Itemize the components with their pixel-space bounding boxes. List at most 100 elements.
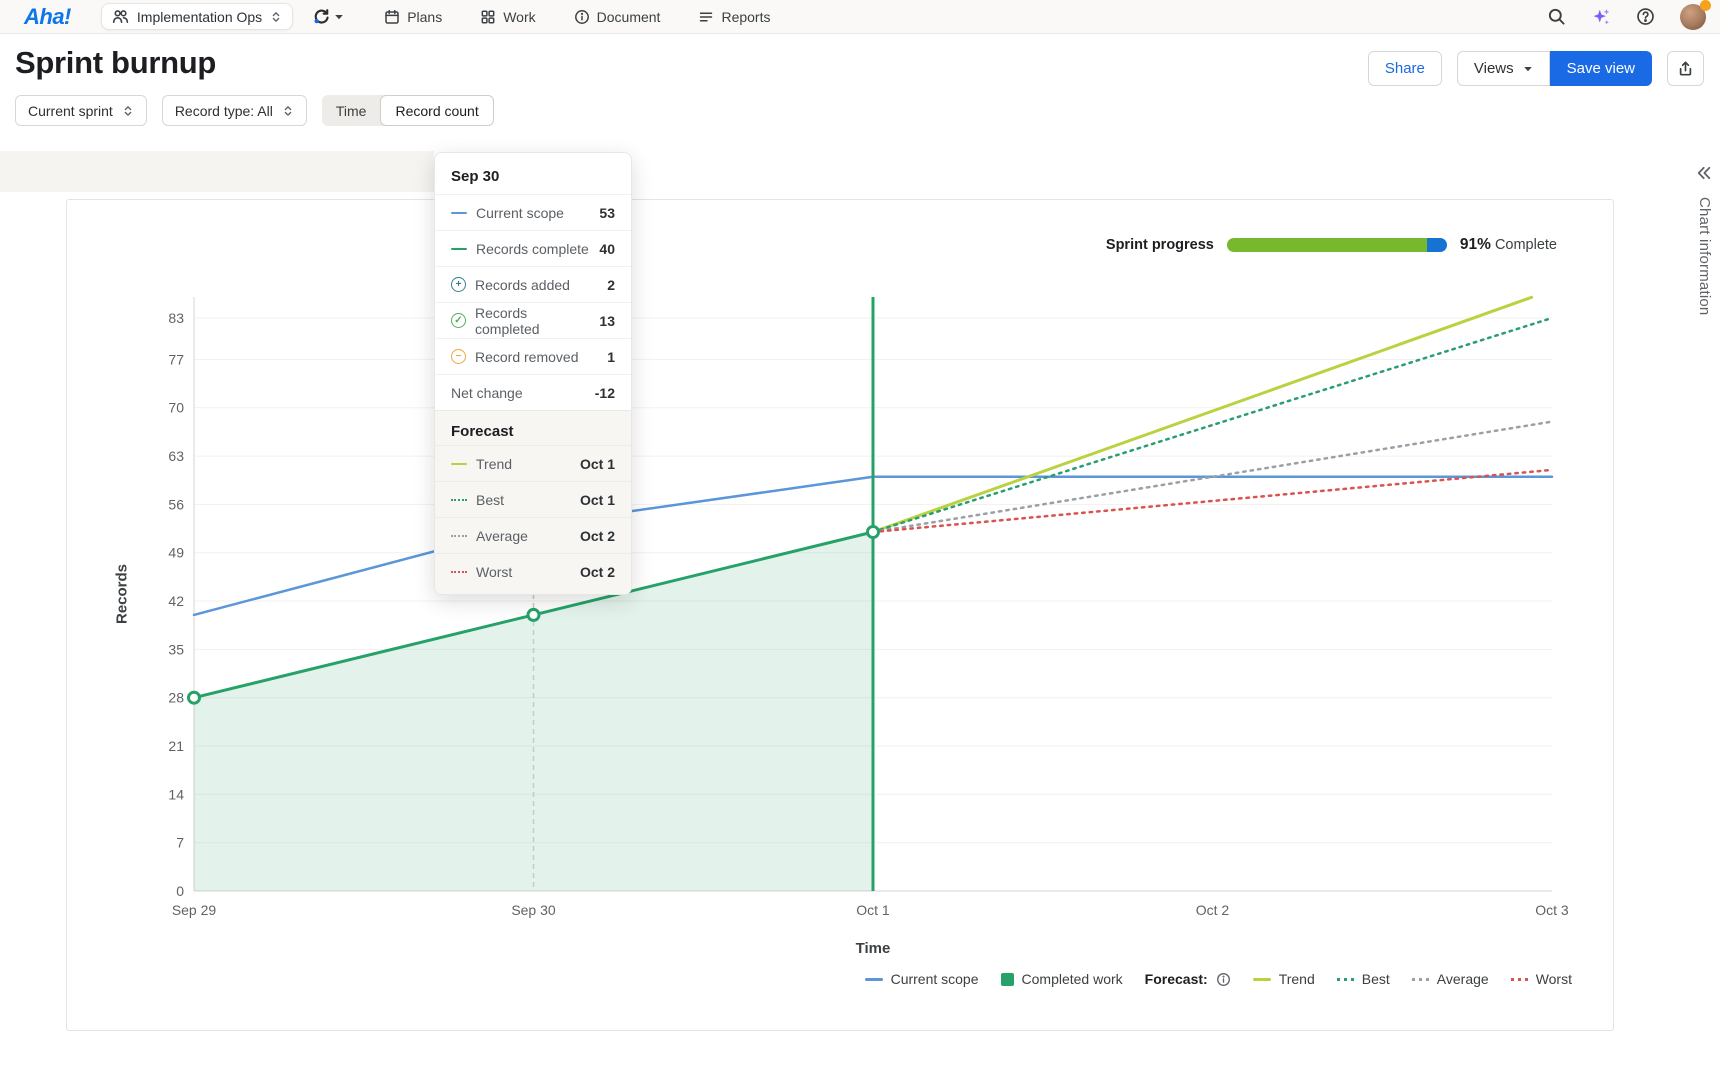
forecast-row-worst: WorstOct 2 [435, 553, 631, 589]
sprint-progress: Sprint progress 91% Complete [1106, 236, 1557, 254]
chart-plot-area[interactable] [194, 297, 1552, 891]
avatar[interactable] [1680, 4, 1706, 30]
forecast-row-average: AverageOct 2 [435, 517, 631, 553]
share-button[interactable]: Share [1368, 51, 1442, 86]
legend-item-trend[interactable]: Trend [1253, 971, 1315, 987]
legend-item-worst[interactable]: Worst [1511, 971, 1572, 987]
aha-logo[interactable]: Aha! [24, 4, 71, 30]
search-icon[interactable] [1547, 7, 1566, 26]
chart-information-tab[interactable]: Chart information [1696, 197, 1713, 315]
forecast-row-best: BestOct 1 [435, 481, 631, 517]
tooltip-forecast-section: Forecast TrendOct 1BestOct 1AverageOct 2… [435, 410, 631, 594]
tooltip-row-label: Records added [475, 277, 570, 293]
tooltip-row-value: 53 [599, 205, 615, 221]
legend-label: Average [1437, 971, 1489, 987]
save-view-button[interactable]: Save view [1550, 51, 1652, 86]
grid-icon [480, 9, 496, 25]
tooltip-row-label: Records completed [475, 305, 590, 337]
tooltip-row-records-complete: Records complete 40 [435, 230, 631, 266]
forecast-row-label: Trend [476, 456, 512, 472]
record-type-dropdown[interactable]: Record type: All [162, 95, 307, 126]
nav-item-work[interactable]: Work [480, 9, 535, 25]
sync-menu-button[interactable] [313, 8, 344, 25]
legend-label: Forecast: [1145, 971, 1208, 987]
export-button[interactable] [1667, 51, 1704, 86]
axis-mode-toggle: Time Record count [322, 95, 494, 126]
nav-item-label: Document [597, 9, 661, 25]
export-icon [1677, 60, 1694, 77]
expand-panel-button[interactable] [1694, 164, 1712, 185]
worst-swatch [1511, 978, 1528, 981]
legend-label: Trend [1279, 971, 1315, 987]
legend-label: Worst [1536, 971, 1572, 987]
progress-percent-value: 91% [1460, 236, 1491, 253]
tooltip-row-label: Records complete [476, 241, 589, 257]
updown-icon [122, 105, 134, 117]
legend-item-completed-work[interactable]: Completed work [1001, 971, 1123, 987]
progress-done-segment [1227, 238, 1427, 252]
forecast-row-value: Oct 1 [580, 456, 615, 472]
toggle-record-count[interactable]: Record count [380, 95, 493, 126]
worst-swatch [451, 571, 467, 573]
forecast-row-label: Best [476, 492, 504, 508]
x-axis-title: Time [856, 940, 891, 957]
tooltip-row-value: 40 [599, 241, 615, 257]
tooltip-date: Sep 30 [435, 153, 631, 194]
x-tick-oct-1: Oct 1 [856, 902, 890, 918]
nav-item-plans[interactable]: Plans [384, 9, 442, 25]
tooltip-row-net-change: Net change -12 [435, 374, 631, 410]
x-tick-sep-29: Sep 29 [172, 902, 217, 918]
tooltip-row-label: Current scope [476, 205, 564, 221]
records-completed-swatch: ✓ [451, 313, 466, 328]
info-icon [574, 9, 590, 25]
progress-remaining-segment [1427, 238, 1447, 252]
chart-legend: Current scope Completed work Forecast: Tren… [865, 971, 1572, 987]
workspace-switcher[interactable]: Implementation Ops [101, 3, 293, 30]
legend-label: Current scope [891, 971, 979, 987]
legend-label: Completed work [1022, 971, 1123, 987]
nav-item-label: Plans [407, 9, 442, 25]
legend-item-best[interactable]: Best [1337, 971, 1390, 987]
tooltip-row-current-scope: Current scope 53 [435, 194, 631, 230]
workspace-label: Implementation Ops [137, 9, 262, 25]
sparkles-icon[interactable] [1591, 7, 1611, 27]
filter-bar: Current sprint Record type: All Time Rec… [15, 95, 494, 126]
forecast-row-value: Oct 2 [580, 528, 615, 544]
tooltip-row-value: 1 [607, 349, 615, 365]
forecast-row-label: Worst [476, 564, 512, 580]
views-button[interactable]: Views [1457, 51, 1550, 86]
average-swatch [1412, 978, 1429, 981]
legend-item-current-scope[interactable]: Current scope [865, 971, 979, 987]
sync-icon [313, 8, 330, 25]
tooltip-forecast-rows: TrendOct 1BestOct 1AverageOct 2WorstOct … [435, 445, 631, 589]
current-scope-swatch [865, 978, 883, 981]
burnup-chart[interactable]: 071421283542495663707783Sep 29Sep 30Oct … [67, 200, 1615, 1032]
nav-item-document[interactable]: Document [574, 9, 661, 25]
people-icon [112, 8, 129, 25]
top-nav: Aha! Implementation Ops Plans Work Documen… [0, 0, 1720, 34]
nav-item-label: Work [503, 9, 535, 25]
tooltip-row-label: Net change [451, 385, 523, 401]
tooltip-row-value: 2 [607, 277, 615, 293]
x-tick-sep-30: Sep 30 [511, 902, 556, 918]
info-icon [1216, 972, 1231, 987]
tooltip-row-value: 13 [599, 313, 615, 329]
updown-icon [282, 105, 294, 117]
toggle-time[interactable]: Time [322, 95, 381, 126]
legend-item-forecast[interactable]: Forecast: [1145, 971, 1231, 987]
nav-item-reports[interactable]: Reports [698, 9, 770, 25]
nav-right [1547, 4, 1706, 30]
help-icon[interactable] [1636, 7, 1655, 26]
caret-down-icon [1523, 64, 1533, 74]
tooltip-row-value: -12 [595, 385, 615, 401]
tooltip-row-record-removed: −Record removed1 [435, 338, 631, 374]
sprint-progress-bar [1227, 238, 1447, 252]
trend-swatch [1253, 978, 1271, 981]
chevrons-left-icon [1694, 164, 1712, 182]
progress-percent: 91% Complete [1460, 236, 1557, 254]
tooltip-row-label: Record removed [475, 349, 579, 365]
legend-item-average[interactable]: Average [1412, 971, 1489, 987]
sprint-dropdown[interactable]: Current sprint [15, 95, 147, 126]
y-tick-49: 49 [168, 545, 184, 561]
y-tick-83: 83 [168, 310, 184, 326]
